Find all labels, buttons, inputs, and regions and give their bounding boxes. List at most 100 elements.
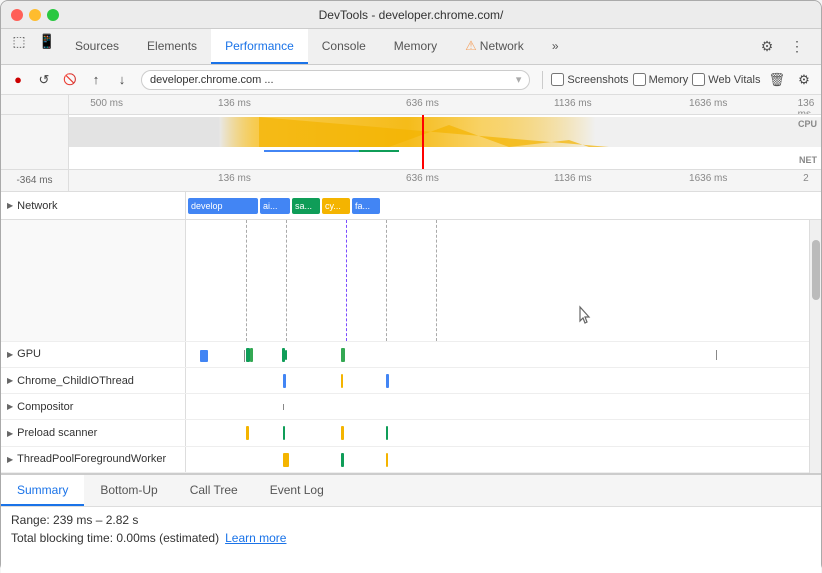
comp-tick (283, 404, 284, 410)
preload-expand-icon[interactable]: ▶ (7, 429, 13, 438)
cpu-chart (69, 115, 821, 152)
net-item-2: sa... (292, 198, 320, 214)
time-marker-1: 500 ms (90, 98, 123, 109)
minimize-button[interactable] (29, 9, 41, 21)
tab-more[interactable]: » (538, 29, 573, 64)
network-warning-icon: ⚠ (465, 38, 477, 54)
scrollbar-thumb[interactable] (812, 240, 820, 300)
gpu-label: GPU (17, 348, 41, 360)
net-item-0: develop (188, 198, 258, 214)
time-marker-3: 636 ms (406, 98, 439, 109)
gpu-bar-3 (250, 348, 253, 362)
chart-area[interactable]: CPU NET (1, 115, 821, 170)
upload-button[interactable]: ↑ (85, 69, 107, 91)
tab-group: ⬚ 📱 Sources Elements Performance Console… (5, 29, 573, 64)
network-expand-icon[interactable]: ▶ (7, 201, 13, 210)
time-row-marker-5: 2 (803, 173, 809, 184)
threadpool-expand-icon[interactable]: ▶ (7, 455, 13, 464)
thread-rows: ▶ GPU ▶ Chrome_ChildIOTh (1, 220, 821, 473)
gpu-content (186, 342, 821, 367)
maximize-button[interactable] (47, 9, 59, 21)
time-row-marker-4: 1636 ms (689, 173, 727, 184)
chart-gutter (1, 115, 69, 169)
trash-icon[interactable]: 🗑 (764, 72, 789, 88)
tab-network[interactable]: ⚠ Network (451, 29, 538, 64)
compositor-label-area[interactable]: ▶ Compositor (1, 394, 186, 419)
time-marker-6: 136 ms (798, 98, 815, 114)
timeline-header: 500 ms 136 ms 636 ms 1136 ms 1636 ms 136… (1, 95, 821, 115)
download-button[interactable]: ↓ (111, 69, 133, 91)
preload-content (186, 420, 821, 445)
flame-area: ▶ GPU ▶ Chrome_ChildIOTh (1, 220, 821, 473)
bottom-tab-calltree[interactable]: Call Tree (174, 475, 254, 506)
reload-button[interactable]: ↺ (33, 69, 55, 91)
thread-row-childio: ▶ Chrome_ChildIOThread (1, 368, 821, 394)
childio-bar-2 (341, 374, 343, 388)
close-button[interactable] (11, 9, 23, 21)
thread-row-threadpool: ▶ ThreadPoolForegroundWorker (1, 447, 821, 473)
time-row-markers: 136 ms 636 ms 1136 ms 1636 ms 2 (69, 170, 821, 191)
thread-row-preload: ▶ Preload scanner (1, 420, 821, 446)
blocking-text: Total blocking time: 0.00ms (estimated) … (11, 531, 811, 545)
clear-button[interactable]: 🚫 (59, 69, 81, 91)
tp-bar-2 (341, 453, 344, 467)
memory-checkbox-label[interactable]: Memory (633, 73, 689, 86)
toolbar-settings-icon[interactable]: ⚙ (793, 69, 815, 91)
device-icon[interactable]: 📱 (33, 29, 61, 53)
screenshots-checkbox[interactable] (551, 73, 564, 86)
empty-flame-row (1, 220, 821, 342)
separator (542, 71, 543, 89)
time-marker-4: 1136 ms (554, 98, 592, 109)
compositor-expand-icon[interactable]: ▶ (7, 402, 13, 411)
childio-bar-3 (386, 374, 389, 388)
bottom-tabs: Summary Bottom-Up Call Tree Event Log (1, 475, 821, 507)
tab-sources[interactable]: Sources (61, 29, 133, 64)
thread-row-gpu: ▶ GPU (1, 342, 821, 368)
flame-gutter-empty (1, 220, 186, 341)
checkbox-group: Screenshots Memory Web Vitals (551, 73, 760, 86)
webvitals-checkbox-label[interactable]: Web Vitals (692, 73, 760, 86)
gpu-label-area[interactable]: ▶ GPU (1, 342, 186, 367)
url-dropdown-icon[interactable]: ▾ (516, 73, 522, 86)
threadpool-content (186, 447, 821, 472)
time-row-gutter: -364 ms (1, 170, 69, 191)
tab-performance[interactable]: Performance (211, 29, 308, 64)
bottom-tab-eventlog[interactable]: Event Log (254, 475, 340, 506)
record-button[interactable]: ● (7, 69, 29, 91)
dashed-line-1 (246, 220, 247, 341)
bottom-tab-summary[interactable]: Summary (1, 475, 84, 506)
more-options-icon[interactable]: ⋮ (785, 35, 809, 59)
network-label-area[interactable]: ▶ Network (1, 192, 186, 219)
threadpool-label-area[interactable]: ▶ ThreadPoolForegroundWorker (1, 447, 186, 472)
tp-bar-1 (283, 453, 289, 467)
devtools-tabbar: ⬚ 📱 Sources Elements Performance Console… (1, 29, 821, 65)
screenshots-checkbox-label[interactable]: Screenshots (551, 73, 628, 86)
flame-canvas-empty[interactable] (186, 220, 821, 341)
memory-checkbox[interactable] (633, 73, 646, 86)
bottom-tab-bottomup[interactable]: Bottom-Up (84, 475, 173, 506)
webvitals-checkbox[interactable] (692, 73, 705, 86)
toolbar: ● ↺ 🚫 ↑ ↓ developer.chrome.com ... ▾ Scr… (1, 65, 821, 95)
childio-expand-icon[interactable]: ▶ (7, 376, 13, 385)
learn-more-link[interactable]: Learn more (225, 531, 286, 545)
tab-elements[interactable]: Elements (133, 29, 211, 64)
childio-label-area[interactable]: ▶ Chrome_ChildIOThread (1, 368, 186, 393)
tab-console[interactable]: Console (308, 29, 380, 64)
gpu-expand-icon[interactable]: ▶ (7, 350, 13, 359)
chart-canvas[interactable]: CPU NET (69, 115, 821, 169)
preload-bar-2 (283, 426, 285, 440)
gpu-tick-2 (716, 350, 717, 360)
bottom-panel: Summary Bottom-Up Call Tree Event Log Ra… (1, 473, 821, 573)
preload-label-area[interactable]: ▶ Preload scanner (1, 420, 186, 445)
inspect-icon[interactable]: ⬚ (5, 29, 33, 53)
gpu-bar-5 (285, 350, 287, 360)
url-display: developer.chrome.com ... ▾ (141, 70, 530, 90)
scrollbar-track[interactable] (809, 220, 821, 473)
settings-icon[interactable]: ⚙ (755, 35, 779, 59)
tab-memory[interactable]: Memory (380, 29, 451, 64)
tp-bar-3 (386, 453, 388, 467)
time-marker-5: 1636 ms (689, 98, 727, 109)
net-label: NET (799, 155, 817, 165)
thread-row-compositor: ▶ Compositor (1, 394, 821, 420)
window-title: DevTools - developer.chrome.com/ (319, 8, 504, 22)
